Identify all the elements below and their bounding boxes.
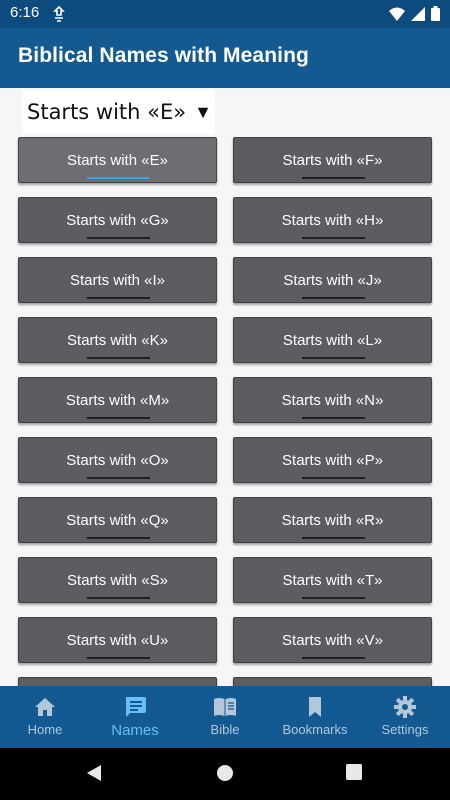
- home-button-icon[interactable]: [216, 764, 234, 782]
- names-icon: [126, 697, 146, 717]
- bible-icon: [214, 698, 236, 716]
- letter-button-partial[interactable]: [233, 677, 432, 686]
- button-underline: [87, 657, 150, 659]
- button-label: Starts with «Q»: [66, 511, 169, 529]
- letter-button-partial[interactable]: [18, 677, 217, 686]
- nav-label: Home: [27, 722, 63, 737]
- letter-button-k[interactable]: Starts with «K»: [18, 317, 217, 363]
- nav-label: Bookmarks: [282, 722, 348, 737]
- nav-label: Names: [111, 722, 159, 739]
- dropdown-arrow-icon: ▼: [194, 101, 212, 123]
- button-label: Starts with «M»: [65, 391, 170, 409]
- button-label: Starts with «G»: [66, 211, 169, 229]
- page-title: Biblical Names with Meaning: [18, 44, 309, 67]
- letter-button-p[interactable]: Starts with «P»: [233, 437, 432, 483]
- letter-button-m[interactable]: Starts with «M»: [18, 377, 217, 423]
- nav-item-bible[interactable]: Bible: [180, 686, 270, 748]
- navigation-status-icon: [53, 6, 65, 22]
- button-underline: [302, 477, 365, 479]
- button-label: Starts with «P»: [282, 451, 383, 469]
- dropdown-selected-value: Starts with «E»: [27, 100, 187, 124]
- nav-item-home[interactable]: Home: [0, 686, 90, 748]
- settings-icon: [394, 696, 416, 718]
- button-label: Starts with «O»: [66, 451, 169, 469]
- letter-button-q[interactable]: Starts with «Q»: [18, 497, 217, 543]
- status-time: 6:16: [10, 4, 40, 21]
- button-underline: [302, 177, 365, 179]
- button-underline: [87, 417, 150, 419]
- letter-button-f[interactable]: Starts with «F»: [233, 137, 432, 183]
- letter-button-g[interactable]: Starts with «G»: [18, 197, 217, 243]
- letter-button-o[interactable]: Starts with «O»: [18, 437, 217, 483]
- letter-button-t[interactable]: Starts with «T»: [233, 557, 432, 603]
- button-label: Starts with «R»: [281, 511, 384, 529]
- button-label: Starts with «K»: [67, 331, 168, 349]
- letter-button-n[interactable]: Starts with «N»: [233, 377, 432, 423]
- letter-button-v[interactable]: Starts with «V»: [233, 617, 432, 663]
- button-label: Starts with «E»: [67, 151, 168, 169]
- button-underline: [87, 237, 150, 239]
- button-label: Starts with «I»: [69, 271, 166, 289]
- button-label: Starts with «N»: [281, 391, 384, 409]
- button-label: Starts with «V»: [282, 631, 383, 649]
- recents-icon[interactable]: [346, 764, 362, 780]
- button-underline: [302, 237, 365, 239]
- letter-button-s[interactable]: Starts with «S»: [18, 557, 217, 603]
- home-icon: [35, 698, 55, 716]
- button-underline: [87, 357, 150, 359]
- bottom-navigation: Home Names Bible Bookmarks Settings: [0, 686, 450, 748]
- letter-button-r[interactable]: Starts with «R»: [233, 497, 432, 543]
- nav-label: Bible: [210, 722, 240, 737]
- signal-icon: [411, 6, 425, 21]
- button-label: Starts with «F»: [282, 151, 383, 169]
- button-label: Starts with «J»: [283, 271, 382, 289]
- back-icon[interactable]: [86, 764, 102, 782]
- battery-icon: [431, 6, 440, 21]
- status-icons: [389, 6, 440, 21]
- button-underline: [87, 297, 150, 299]
- button-underline: [302, 597, 365, 599]
- button-label: Starts with «U»: [66, 631, 169, 649]
- letter-button-j[interactable]: Starts with «J»: [233, 257, 432, 303]
- letter-button-h[interactable]: Starts with «H»: [233, 197, 432, 243]
- letter-button-i[interactable]: Starts with «I»: [18, 257, 217, 303]
- status-bar: 6:16: [0, 0, 450, 28]
- button-underline: [302, 357, 365, 359]
- nav-item-bookmarks[interactable]: Bookmarks: [270, 686, 360, 748]
- button-label: Starts with «L»: [282, 331, 383, 349]
- letter-button-e[interactable]: Starts with «E»: [18, 137, 217, 183]
- button-label: Starts with «H»: [281, 211, 384, 229]
- button-underline: [87, 597, 150, 599]
- app-bar: Biblical Names with Meaning: [0, 28, 450, 88]
- nav-item-settings[interactable]: Settings: [360, 686, 450, 748]
- nav-item-names[interactable]: Names: [90, 686, 180, 748]
- button-underline: [302, 537, 365, 539]
- button-underline: [302, 657, 365, 659]
- names-content: Starts with «E» ▼ Starts with «E» Starts…: [0, 88, 450, 686]
- letter-dropdown[interactable]: Starts with «E» ▼: [22, 90, 215, 134]
- button-underline: [87, 477, 150, 479]
- selected-indicator: [87, 177, 150, 179]
- button-label: Starts with «T»: [282, 571, 383, 589]
- button-underline: [302, 417, 365, 419]
- nav-label: Settings: [381, 722, 429, 737]
- letter-button-l[interactable]: Starts with «L»: [233, 317, 432, 363]
- wifi-icon: [389, 7, 405, 21]
- button-underline: [302, 297, 365, 299]
- button-underline: [87, 537, 150, 539]
- bookmark-icon: [309, 697, 321, 717]
- button-label: Starts with «S»: [67, 571, 168, 589]
- system-navigation-bar: [0, 748, 450, 800]
- letter-button-u[interactable]: Starts with «U»: [18, 617, 217, 663]
